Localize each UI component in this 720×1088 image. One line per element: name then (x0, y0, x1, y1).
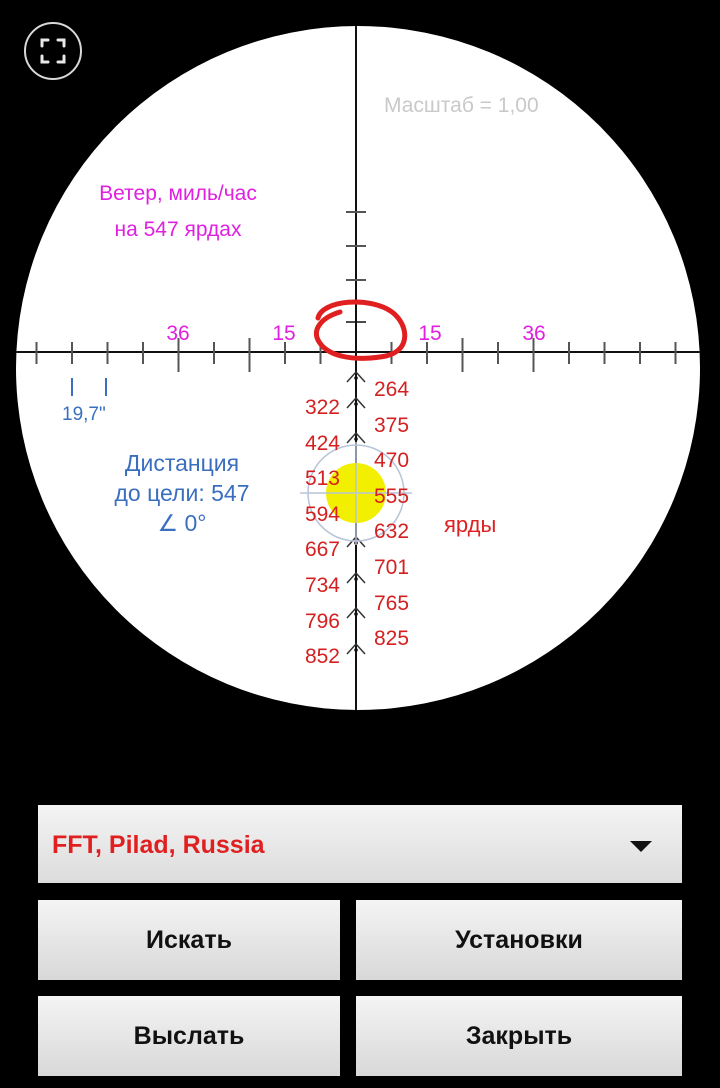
app-screen: Масштаб = 1,00 Ветер, миль/час на 547 яр… (0, 0, 720, 1088)
range-left-4: 594 (304, 503, 340, 526)
wind-mark-right-far: 36 (522, 322, 546, 345)
angle-readout: ∠ 0° (157, 510, 207, 536)
range-right-1: 264 (374, 378, 410, 401)
fullscreen-button[interactable] (24, 22, 82, 80)
wind-caption-line2: на 547 ярдах (114, 218, 242, 241)
distance-info: Дистанция до цели: 547 ∠ 0° (92, 448, 272, 538)
target-size-label: 19,7" (62, 404, 106, 425)
close-button[interactable]: Закрыть (356, 996, 682, 1076)
wind-caption-line1: Ветер, миль/час (99, 182, 257, 205)
range-right-5: 632 (374, 520, 410, 543)
distance-line1: Дистанция (124, 450, 240, 476)
reticle-view[interactable] (0, 0, 720, 800)
range-right-7: 765 (374, 592, 410, 615)
range-left-8: 852 (304, 645, 340, 668)
wind-mark-left-far: 36 (166, 322, 190, 345)
holdover-dot (354, 437, 358, 441)
holdover-dot (354, 648, 358, 652)
range-units-label: ярды (444, 512, 497, 537)
range-left-2: 424 (304, 432, 340, 455)
distance-line2: до цели: 547 (114, 480, 250, 506)
wind-caption: Ветер, миль/час на 547 ярдах (78, 176, 278, 248)
scope-circle (16, 26, 700, 710)
range-left-1: 322 (304, 396, 340, 419)
holdover-dot (354, 376, 358, 380)
range-right-2: 375 (374, 414, 410, 437)
profile-select[interactable]: FFT, Pilad, Russia (38, 805, 682, 883)
fullscreen-icon (40, 38, 66, 64)
search-button[interactable]: Искать (38, 900, 340, 980)
holdover-dot (354, 577, 358, 581)
holdover-dot (354, 612, 358, 616)
range-right-6: 701 (374, 556, 410, 579)
scale-readout: Масштаб = 1,00 (384, 94, 539, 117)
range-left-5: 667 (304, 538, 340, 561)
range-left-3: 513 (304, 467, 340, 490)
triangle-down-icon (630, 841, 652, 852)
wind-mark-right-near: 15 (418, 322, 442, 345)
range-right-8: 825 (374, 627, 410, 650)
send-button[interactable]: Выслать (38, 996, 340, 1076)
range-right-3: 470 (374, 449, 410, 472)
range-left-7: 796 (304, 610, 340, 633)
profile-select-value: FFT, Pilad, Russia (52, 831, 265, 859)
range-right-4: 555 (374, 485, 410, 508)
holdover-dot (354, 402, 358, 406)
range-left-6: 734 (304, 574, 340, 597)
settings-button[interactable]: Установки (356, 900, 682, 980)
wind-mark-left-near: 15 (272, 322, 296, 345)
